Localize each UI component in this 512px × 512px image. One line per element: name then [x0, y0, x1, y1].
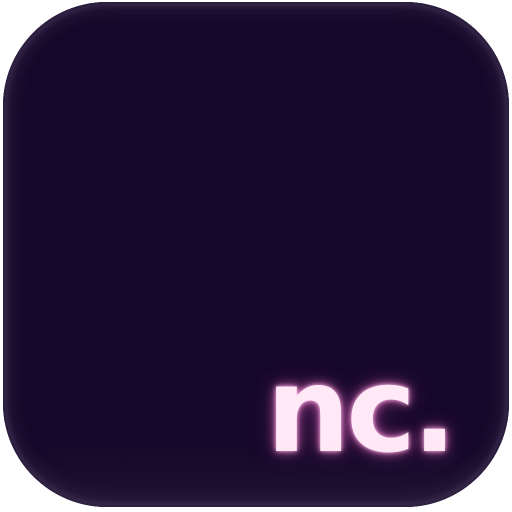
app-icon-container: nc.	[0, 0, 512, 512]
app-icon[interactable]: nc.	[3, 2, 509, 507]
logo-text: nc.	[266, 341, 457, 479]
